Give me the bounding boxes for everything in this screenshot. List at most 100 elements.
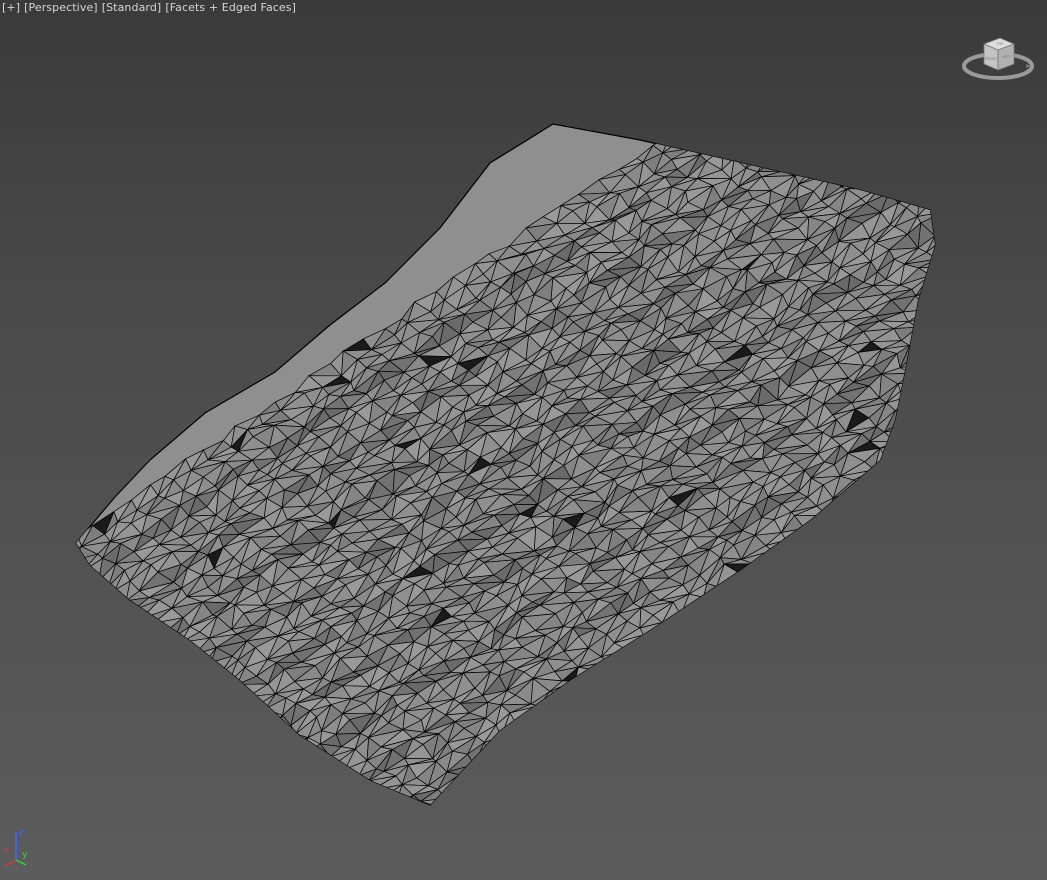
mesh-facet: [815, 523, 847, 531]
mesh-facet: [496, 763, 515, 781]
mesh-facet: [822, 155, 835, 175]
mesh-facet: [133, 622, 168, 636]
stair-mesh[interactable]: [0, 0, 1047, 880]
mesh-facet: [890, 471, 921, 486]
mesh-facet: [995, 162, 1018, 180]
mesh-facet: [938, 239, 956, 259]
mesh-facet: [986, 341, 1001, 357]
mesh-facet: [922, 32, 944, 52]
mesh-facet: [934, 91, 963, 108]
mesh-facet: [118, 609, 143, 621]
mesh-facet: [726, 124, 743, 129]
mesh-facet: [956, 166, 984, 183]
mesh-facet: [801, 145, 823, 168]
mesh-facet: [991, 266, 1016, 275]
mesh-facet: [923, 422, 935, 436]
mesh-facet: [903, 0, 934, 6]
mesh-facet: [879, 163, 897, 189]
mesh-facet: [969, 381, 990, 398]
mesh-facet: [999, 132, 1017, 145]
mesh-facet: [1029, 139, 1047, 160]
mesh-facet: [1021, 281, 1040, 299]
mesh-facet: [770, 95, 787, 116]
mesh-facet: [1000, 408, 1025, 419]
mesh-facet: [931, 4, 953, 22]
mesh-facet: [1043, 0, 1047, 3]
mesh-facet: [865, 499, 879, 516]
mesh-facet: [1024, 350, 1047, 359]
mesh-facet: [979, 208, 1008, 220]
mesh-facet: [971, 234, 1000, 242]
viewcube-icon[interactable]: TOP FRONT LEFT: [960, 30, 1036, 88]
mesh-facet: [910, 72, 935, 80]
mesh-facet: [891, 481, 921, 492]
mesh-facet: [993, 419, 1010, 438]
mesh-facet: [1018, 155, 1029, 169]
mesh-facet: [927, 300, 935, 317]
mesh-facet: [798, 78, 818, 104]
axis-tripod: z x y: [2, 826, 32, 870]
mesh-facet: [589, 693, 620, 710]
mesh-facet: [868, 7, 888, 22]
mesh-facet: [984, 160, 1007, 179]
mesh-facet: [739, 585, 759, 602]
mesh-facet: [996, 345, 1016, 369]
mesh-facet: [664, 635, 681, 662]
mesh-facet: [869, 124, 896, 141]
mesh-facet: [278, 737, 309, 750]
mesh-facet: [1025, 260, 1047, 281]
mesh-facet: [848, 124, 871, 140]
mesh-facet: [214, 684, 238, 698]
mesh-facet: [899, 0, 919, 17]
mesh-facet: [503, 751, 531, 770]
mesh-facet: [327, 761, 346, 787]
mesh-facet: [990, 371, 1015, 386]
mesh-body[interactable]: [36, 0, 1047, 839]
mesh-facet: [949, 453, 981, 463]
y-axis-line: [15, 859, 27, 866]
mesh-facet: [633, 644, 654, 663]
mesh-facet: [602, 661, 624, 681]
mesh-facet: [194, 661, 221, 682]
mesh-facet: [934, 397, 935, 414]
mesh-facet: [868, 17, 888, 37]
mesh-facet: [234, 696, 257, 707]
mesh-facet: [1026, 193, 1047, 202]
mesh-facet: [1024, 155, 1042, 169]
mesh-facet: [1041, 151, 1047, 166]
y-axis-label: y: [22, 850, 28, 860]
mesh-facet: [1042, 356, 1047, 376]
mesh-facet: [883, 67, 903, 91]
mesh-facet: [921, 57, 943, 72]
mesh-facet: [772, 560, 795, 581]
mesh-facet: [720, 609, 745, 623]
mesh-facet: [755, 128, 779, 148]
mesh-facet: [741, 77, 768, 93]
mesh-facet: [773, 124, 788, 144]
mesh-facet: [908, 124, 932, 147]
mesh-facet: [708, 95, 725, 112]
mesh-facet: [847, 35, 878, 44]
mesh-facet: [744, 579, 774, 592]
mesh-facet: [1035, 62, 1047, 75]
mesh-facet: [928, 319, 935, 345]
mesh-facet: [954, 0, 970, 11]
mesh-facet: [959, 3, 979, 26]
mesh-facet: [826, 510, 851, 525]
mesh-facet: [918, 83, 946, 93]
mesh-facet: [872, 150, 904, 159]
mesh-facet: [846, 76, 871, 91]
mesh-facet: [927, 4, 944, 22]
mesh-facet: [836, 15, 863, 32]
mesh-facet: [1036, 0, 1047, 3]
viewcube[interactable]: TOP FRONT LEFT: [960, 30, 1036, 88]
mesh-facet: [983, 234, 1006, 242]
mesh-facet: [940, 359, 957, 371]
mesh-facet: [934, 0, 947, 4]
mesh-facet: [804, 539, 838, 556]
mesh-facet: [1026, 183, 1047, 199]
mesh-facet: [883, 458, 896, 481]
mesh-facet: [991, 208, 1009, 234]
mesh-facet: [1014, 246, 1030, 267]
mesh-facet: [917, 315, 935, 328]
